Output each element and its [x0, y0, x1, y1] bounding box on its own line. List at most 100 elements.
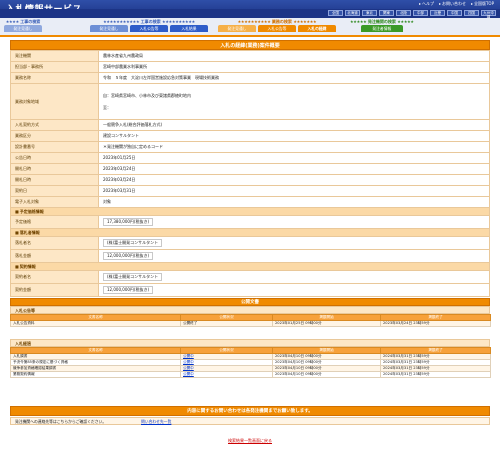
detail-row: 落札者名 (株)富士開発コンサルタント	[10, 236, 490, 250]
detail-label: 担当部・事務所	[10, 61, 99, 73]
contact-link[interactable]: お問い合わせ	[439, 1, 466, 7]
detail-row: 業務名称 令和 ５年度 大淀川左岸国営施設応急対策事業 現場技術業務	[10, 72, 490, 84]
header-links: ヘルプ お問い合わせ 全国版TOP	[419, 1, 494, 7]
detail-value: (株)富士開発コンサルタント	[98, 270, 490, 284]
detail-label: 落札金額	[10, 249, 99, 263]
inquiry-notice: 内容に関するお問い合わせは各発注機関までお願い致します。	[10, 406, 490, 416]
notice-docs-title: 入札公告等	[10, 306, 490, 314]
region-hokuriku[interactable]: 北陸	[396, 10, 411, 16]
region-tohoku[interactable]: 東北	[362, 10, 377, 16]
history-docs-table: 文書名称 公開状況 掲載開始 掲載終了 入札調書 公開中 2023年04月10日…	[10, 347, 491, 378]
detail-value: ＊発注機関が独自に定めるコード	[98, 141, 490, 153]
area-from: 自：宮崎県宮崎市、小林市及び東諸県郡綾町地内	[103, 92, 191, 98]
winner-name-value: (株)富士開発コンサルタント	[103, 239, 163, 247]
detail-panel: 入札の経緯(業務)案件概要 発注機関 農林水産省九州農政局 担当部・事務所 宮崎中部…	[10, 40, 490, 297]
detail-value: 17,380,000円(税抜き)	[98, 215, 490, 229]
price-section-head: 予定価格情報	[10, 207, 490, 216]
detail-table: 発注機関 農林水産省九州農政局 担当部・事務所 宮崎中部農業水利事業所 業務名称 令和…	[10, 50, 490, 297]
tab-service-forecast[interactable]: 発注見通し	[218, 25, 256, 32]
nav-group-left: ★★★★ 工事の検索 発注見通し	[4, 19, 42, 32]
contact-list-link[interactable]: 問い合わせ先一覧	[141, 418, 171, 425]
planned-price-value: 17,380,000円(税抜き)	[103, 218, 154, 226]
detail-label: 設計書番号	[10, 141, 99, 153]
detail-row: 開札日時 2023年03月24日	[10, 163, 490, 175]
detail-row: 担当部・事務所 宮崎中部農業水利事業所	[10, 61, 490, 73]
doc-start: 2023年01月25日 09時00分	[272, 320, 381, 327]
inquiry-text: 発注機関への連絡先等はこちらからご確認ください。	[15, 419, 107, 424]
detail-value: 一般競争入札(総合評価落札方式)	[98, 119, 490, 131]
tab-construction-notices[interactable]: 入札公告等	[130, 25, 168, 32]
region-hokkaido[interactable]: 北海道	[345, 10, 360, 16]
detail-row: 開札日時 2023年03月24日	[10, 174, 490, 186]
detail-label: 入札契約方式	[10, 119, 99, 131]
detail-value: 2023年03月24日	[98, 163, 490, 175]
nav-group-agencies: ★★★★★ 発注機関の検索 ★★★★★ 発注者情報	[350, 19, 414, 32]
doc-open-link[interactable]: 公開中	[183, 367, 194, 371]
nav-group-services: ★★★★★★★★★★ 業務の検索 ★★★★★★★ 発注見通し 入札公告等 入札の…	[218, 19, 336, 32]
detail-value: 対象	[98, 196, 490, 208]
region-shikoku[interactable]: 四国	[464, 10, 479, 16]
detail-label: 業務対象地域	[10, 83, 99, 120]
contractor-name-value: (株)富士開発コンサルタント	[103, 273, 163, 281]
detail-label: 落札者名	[10, 236, 99, 250]
doc-end: 2024年03月31日 23時59分	[380, 371, 491, 378]
doc-name: 業務契約情報	[10, 371, 181, 378]
detail-value: 2023年03月24日	[98, 174, 490, 186]
detail-value: 2023年01月25日	[98, 152, 490, 164]
nav-group-title: ★★★★★★★★★★ 業務の検索 ★★★★★★★	[237, 19, 317, 24]
region-kanto[interactable]: 関東	[379, 10, 394, 16]
tab-left-forecast[interactable]: 発注見通し	[4, 25, 42, 32]
bid-section-title: 落札者情報	[10, 228, 490, 237]
detail-value: 12,000,000円(税抜き)	[98, 249, 490, 263]
detail-row: 予定価格 17,380,000円(税抜き)	[10, 215, 490, 229]
nav-group-title: ★★★★★★★★★★★ 工事の検索 ★★★★★★★★★★	[103, 19, 195, 24]
detail-label: 予定価格	[10, 215, 99, 229]
region-buttons: 全国 北海道 東北 関東 北陸 中部 近畿 中国 四国 九州沖縄	[328, 10, 496, 19]
detail-value: 農林水産省九州農政局	[98, 50, 490, 62]
contract-section-title: 契約情報	[10, 262, 490, 271]
detail-label: 電子入札対象	[10, 196, 99, 208]
contract-section-head: 契約情報	[10, 262, 490, 271]
detail-label: 業務区分	[10, 130, 99, 142]
detail-row: 業務対象地域 自：宮崎県宮崎市、小林市及び東諸県郡綾町地内 至：	[10, 83, 490, 120]
region-kinki[interactable]: 近畿	[430, 10, 445, 16]
tab-construction-forecast[interactable]: 発注見通し	[90, 25, 128, 32]
documents-title: 公開文書	[10, 298, 490, 306]
region-chugoku[interactable]: 中国	[447, 10, 462, 16]
detail-label: 開札日時	[10, 163, 99, 175]
doc-open-link[interactable]: 公開中	[183, 355, 194, 359]
back-to-results-link[interactable]: 検索結果一覧画面に戻る	[0, 438, 500, 444]
region-zenkoku[interactable]: 全国	[328, 10, 343, 16]
national-top-link[interactable]: 全国版TOP	[471, 1, 494, 7]
detail-value: 宮崎中部農業水利事業所	[98, 61, 490, 73]
detail-row: 業務区分 建設コンサルタント	[10, 130, 490, 142]
detail-label: 契約金額	[10, 283, 99, 297]
tab-service-notices[interactable]: 入札公告等	[258, 25, 296, 32]
detail-value: 自：宮崎県宮崎市、小林市及び東諸県郡綾町地内 至：	[98, 83, 490, 120]
help-link[interactable]: ヘルプ	[419, 1, 434, 7]
detail-row: 電子入札対象 対象	[10, 196, 490, 208]
nav-tab-area: ★★★★ 工事の検索 発注見通し ★★★★★★★★★★★ 工事の検索 ★★★★★…	[0, 18, 500, 37]
nav-group-title: ★★★★★ 発注機関の検索 ★★★★★	[350, 19, 414, 24]
detail-value: 令和 ５年度 大淀川左岸国営施設応急対策事業 現場技術業務	[98, 72, 490, 84]
doc-open-link[interactable]: 公開中	[183, 361, 194, 365]
doc-start: 2023年04月10日 09時00分	[272, 371, 381, 378]
detail-label: 業務名称	[10, 72, 99, 84]
nav-group-construction: ★★★★★★★★★★★ 工事の検索 ★★★★★★★★★★ 発注見通し 入札公告等…	[90, 19, 208, 32]
contract-amount-value: 12,000,000円(税抜き)	[103, 286, 154, 294]
area-to: 至：	[103, 104, 111, 110]
notice-docs-table: 文書名称 公開状況 掲載開始 掲載終了 入札公告資料 公開終了 2023年01月…	[10, 314, 491, 327]
detail-label: 契約日	[10, 185, 99, 197]
tab-construction-results[interactable]: 入札結果	[170, 25, 208, 32]
doc-status: 公開終了	[180, 320, 273, 327]
tab-service-history[interactable]: 入札の経緯	[298, 25, 336, 32]
detail-row: 発注機関 農林水産省九州農政局	[10, 50, 490, 62]
detail-value: 12,000,000円(税抜き)	[98, 283, 490, 297]
doc-name: 入札公告資料	[10, 320, 181, 327]
table-row: 業務契約情報 公開中 2023年04月10日 09時00分 2024年03月31…	[10, 371, 491, 378]
doc-open-link[interactable]: 公開中	[183, 373, 194, 377]
tab-agency-info[interactable]: 発注者情報	[360, 25, 403, 32]
region-chubu[interactable]: 中部	[413, 10, 428, 16]
inquiry-row: 発注機関への連絡先等はこちらからご確認ください。 問い合わせ先一覧	[10, 417, 490, 425]
region-kyushu[interactable]: 九州沖縄	[481, 10, 496, 19]
